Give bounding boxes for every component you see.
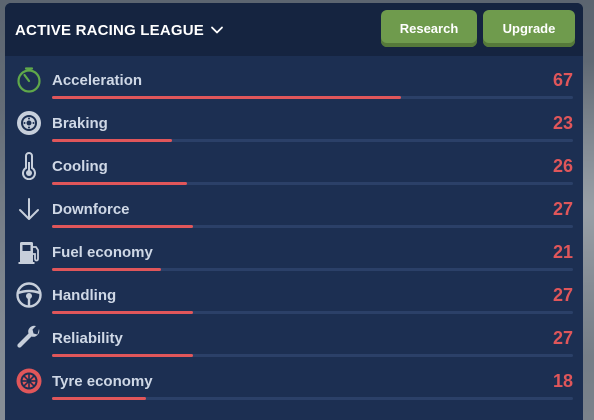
stat-bar-fill — [52, 397, 146, 400]
stat-row-cooling: Cooling 26 — [5, 142, 583, 185]
stat-label: Tyre economy — [52, 373, 153, 390]
stat-row-acceleration: Acceleration 67 — [5, 56, 583, 99]
research-button[interactable]: Research — [381, 10, 477, 47]
stat-value: 23 — [552, 113, 573, 133]
steering-wheel-icon — [15, 281, 43, 309]
league-dropdown[interactable]: ACTIVE RACING LEAGUE — [15, 19, 224, 41]
stat-row-downforce: Downforce 27 — [5, 185, 583, 228]
stat-value: 21 — [552, 242, 573, 262]
stats-list: Acceleration 67 Braking 23 Cooling 26 Do… — [5, 56, 583, 400]
stat-label: Fuel economy — [52, 244, 153, 261]
stat-row-braking: Braking 23 — [5, 99, 583, 142]
stat-value: 26 — [552, 156, 573, 176]
stat-row-tyre-economy: Tyre economy 18 — [5, 357, 583, 400]
wrench-icon — [15, 324, 43, 352]
stat-value: 27 — [552, 285, 573, 305]
upgrade-button[interactable]: Upgrade — [483, 10, 575, 47]
fuel-pump-icon — [15, 238, 43, 266]
stat-value: 18 — [552, 371, 573, 391]
stat-value: 67 — [552, 70, 573, 90]
stat-label: Braking — [52, 115, 108, 132]
tyre-icon — [15, 367, 43, 395]
stat-bar — [52, 397, 573, 400]
league-title: ACTIVE RACING LEAGUE — [15, 21, 205, 39]
stat-row-reliability: Reliability 27 — [5, 314, 583, 357]
thermometer-icon — [15, 152, 43, 180]
stat-row-handling: Handling 27 — [5, 271, 583, 314]
stat-label: Handling — [52, 287, 117, 304]
stat-label: Reliability — [52, 330, 123, 347]
car-stats-panel: ACTIVE RACING LEAGUE Research Upgrade Ac… — [5, 3, 583, 420]
brake-disc-icon — [15, 109, 43, 137]
stat-row-fuel-economy: Fuel economy 21 — [5, 228, 583, 271]
stat-label: Acceleration — [52, 72, 143, 89]
stat-value: 27 — [552, 199, 573, 219]
stopwatch-icon — [15, 66, 43, 94]
down-arrow-icon — [15, 195, 43, 223]
stat-value: 27 — [552, 328, 573, 348]
panel-header: ACTIVE RACING LEAGUE Research Upgrade — [5, 3, 583, 56]
stat-label: Downforce — [52, 201, 130, 218]
chevron-down-icon — [210, 23, 224, 37]
stat-label: Cooling — [52, 158, 108, 175]
